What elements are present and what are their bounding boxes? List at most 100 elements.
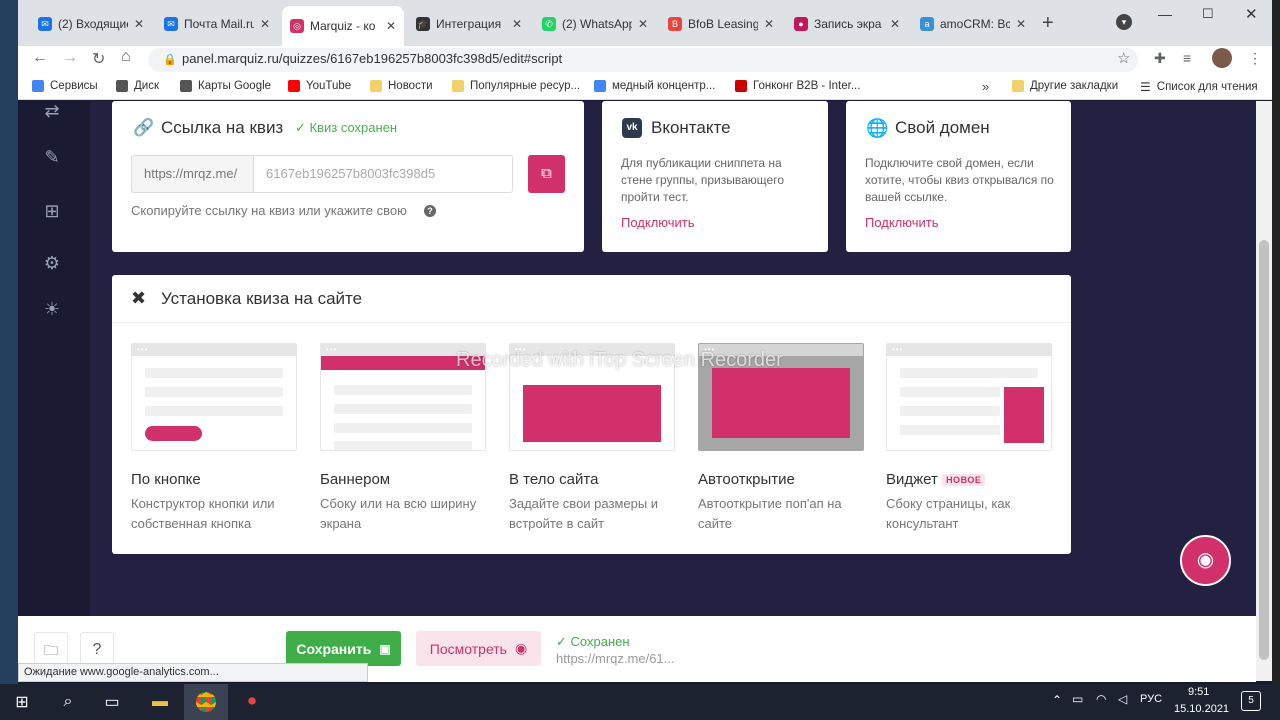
avatar[interactable] bbox=[1212, 48, 1232, 68]
tab-close-icon[interactable]: ✕ bbox=[512, 17, 522, 31]
link-slug-input[interactable]: 6167eb196257b8003fc398d5 bbox=[253, 155, 513, 193]
forward-icon[interactable]: → bbox=[62, 49, 78, 67]
maximize-icon[interactable]: ☐ bbox=[1202, 6, 1214, 22]
tab-close-icon[interactable]: ✕ bbox=[890, 17, 900, 31]
save-label: Сохранить bbox=[296, 640, 372, 657]
bookmark-icon bbox=[594, 80, 606, 92]
tab-close-icon[interactable]: ✕ bbox=[638, 17, 648, 31]
bookmark-label: Карты Google bbox=[198, 80, 272, 92]
integration-icon[interactable]: ⊞ bbox=[42, 201, 62, 221]
preview-fab[interactable]: ◉ bbox=[1180, 535, 1231, 586]
domain-connect-link[interactable]: Подключить bbox=[865, 215, 939, 230]
tab-favicon-icon: a bbox=[920, 17, 934, 31]
option-title: Автооткрытие bbox=[698, 471, 795, 488]
lock-icon[interactable]: 🔒 bbox=[163, 53, 177, 66]
folder-settings-icon[interactable]: 🗀 bbox=[34, 632, 68, 666]
install-option-button[interactable]: ••• По кнопке Конструктор кнопки или соб… bbox=[131, 343, 297, 534]
link-hint: Скопируйте ссылку на квиз или укажите св… bbox=[131, 203, 407, 218]
bookmark-item[interactable]: YouTube bbox=[288, 80, 351, 92]
scrollbar-thumb[interactable] bbox=[1259, 240, 1269, 660]
copy-button[interactable]: ⧉ bbox=[528, 155, 565, 193]
app-sidebar bbox=[18, 101, 90, 616]
clock-date[interactable]: 15.10.2021 bbox=[1174, 703, 1229, 715]
bookmark-label: Сервисы bbox=[50, 80, 98, 92]
task-view-icon[interactable]: ▭ bbox=[90, 684, 134, 720]
home-icon[interactable]: ⌂ bbox=[121, 48, 131, 66]
url-text[interactable]: panel.marquiz.ru/quizzes/6167eb196257b80… bbox=[182, 51, 562, 66]
link-prefix: https://mrqz.me/ bbox=[131, 155, 254, 193]
browser-tab[interactable]: ✆ (2) WhatsApp ✕ bbox=[534, 10, 656, 38]
eye-icon: ◉ bbox=[1196, 549, 1215, 571]
bookmark-item[interactable]: Новости bbox=[370, 80, 433, 92]
brush-icon[interactable]: ✎ bbox=[42, 147, 62, 167]
globe-icon: 🌐 bbox=[866, 118, 889, 138]
browser-tab[interactable]: a amoCRM: Вс ✕ bbox=[912, 10, 1034, 38]
browser-tab[interactable]: 🎓 Интеграция ✕ bbox=[408, 10, 530, 38]
clock-time[interactable]: 9:51 bbox=[1188, 686, 1209, 698]
check-icon: ✓ bbox=[295, 120, 310, 135]
tab-close-icon[interactable]: ✕ bbox=[134, 17, 144, 31]
link-icon: 🔗 bbox=[133, 118, 155, 137]
windows-start-icon[interactable]: ⊞ bbox=[0, 684, 44, 720]
tab-label: Marquiz - ко bbox=[310, 19, 376, 33]
bookmark-item[interactable]: медный концентр... bbox=[594, 80, 715, 92]
reload-icon[interactable]: ↻ bbox=[92, 49, 105, 69]
option-title: В тело сайта bbox=[509, 471, 599, 488]
volume-icon[interactable]: ◁ bbox=[1118, 692, 1127, 706]
save-button[interactable]: Сохранить ▣ bbox=[286, 631, 401, 666]
other-bookmarks[interactable]: Другие закладки bbox=[1012, 80, 1118, 92]
desktop-edge bbox=[0, 0, 18, 684]
copy-icon: ⧉ bbox=[541, 165, 552, 182]
file-explorer-icon[interactable]: ▬ bbox=[138, 684, 182, 720]
browser-tab[interactable]: ● Запись экра ✕ bbox=[786, 10, 908, 38]
bookmark-item[interactable]: Сервисы bbox=[32, 80, 98, 92]
recorder-icon[interactable]: ⏺ bbox=[230, 684, 274, 720]
chrome-icon[interactable] bbox=[184, 684, 228, 720]
browser-tab[interactable]: ◎ Marquiz - ко ✕ bbox=[282, 6, 404, 46]
help-icon[interactable]: ? bbox=[424, 205, 436, 217]
footer-saved-url[interactable]: https://mrqz.me/61... bbox=[556, 651, 675, 666]
bookmark-label: Диск bbox=[134, 80, 159, 92]
bookmark-item[interactable]: Гонконг B2B - Inter... bbox=[735, 80, 860, 92]
media-icon[interactable]: ≡ bbox=[1183, 50, 1191, 66]
tab-close-icon[interactable]: ✕ bbox=[764, 17, 774, 31]
settings-icon[interactable]: ⚙ bbox=[42, 253, 62, 273]
new-tab-button[interactable]: + bbox=[1042, 12, 1054, 35]
install-option-widget[interactable]: ••• Виджет НОВОЕ Сбоку страницы, как кон… bbox=[886, 343, 1052, 534]
minimize-icon[interactable]: — bbox=[1158, 6, 1172, 22]
reading-list[interactable]: ☰ Список для чтения bbox=[1140, 80, 1258, 94]
help-button[interactable]: ? bbox=[80, 632, 114, 666]
extensions-icon[interactable]: ✚ bbox=[1154, 50, 1166, 67]
bookmark-item[interactable]: Карты Google bbox=[180, 80, 271, 92]
browser-tab[interactable]: ✉ Почта Mail.ru ✕ bbox=[156, 10, 278, 38]
wifi-icon[interactable]: ◠ bbox=[1096, 692, 1106, 706]
menu-icon[interactable]: ⋮ bbox=[1248, 50, 1262, 67]
battery-icon[interactable]: ▭ bbox=[1072, 692, 1083, 706]
bookmark-star-icon[interactable]: ☆ bbox=[1117, 49, 1130, 67]
tab-close-icon[interactable]: ✕ bbox=[386, 19, 396, 33]
browser-tab[interactable]: B BfoB Leasing ✕ bbox=[660, 10, 782, 38]
bookmark-item[interactable]: Популярные ресур... bbox=[452, 80, 580, 92]
search-icon[interactable]: ⌕ bbox=[46, 684, 90, 720]
vk-connect-link[interactable]: Подключить bbox=[621, 215, 695, 230]
domain-title: Свой домен bbox=[895, 118, 990, 137]
bookmarks-more[interactable]: » bbox=[982, 79, 989, 94]
tab-close-icon[interactable]: ✕ bbox=[1016, 17, 1026, 31]
language-indicator[interactable]: РУС bbox=[1140, 693, 1162, 705]
tab-label: Запись экра bbox=[814, 17, 882, 31]
bulb-icon[interactable]: ☀ bbox=[42, 299, 62, 319]
back-icon[interactable]: ← bbox=[32, 49, 48, 67]
tray-chevron-icon[interactable]: ⌃ bbox=[1052, 693, 1062, 707]
tab-close-icon[interactable]: ✕ bbox=[260, 17, 270, 31]
bookmark-icon bbox=[180, 80, 192, 92]
view-button[interactable]: Посмотреть ◉ bbox=[416, 631, 541, 666]
tab-search-icon[interactable]: ▾ bbox=[1116, 14, 1132, 30]
tab-favicon-icon: ✆ bbox=[542, 17, 556, 31]
bookmark-item[interactable]: Диск bbox=[116, 80, 159, 92]
browser-tab[interactable]: ✉ (2) Входящие ✕ bbox=[30, 10, 152, 38]
notification-icon[interactable]: 5 bbox=[1241, 691, 1261, 711]
logic-icon[interactable]: ⇄ bbox=[42, 101, 62, 121]
tab-favicon-icon: ● bbox=[794, 17, 808, 31]
tab-label: Интеграция bbox=[436, 17, 502, 31]
close-window-icon[interactable]: ✕ bbox=[1245, 5, 1258, 23]
